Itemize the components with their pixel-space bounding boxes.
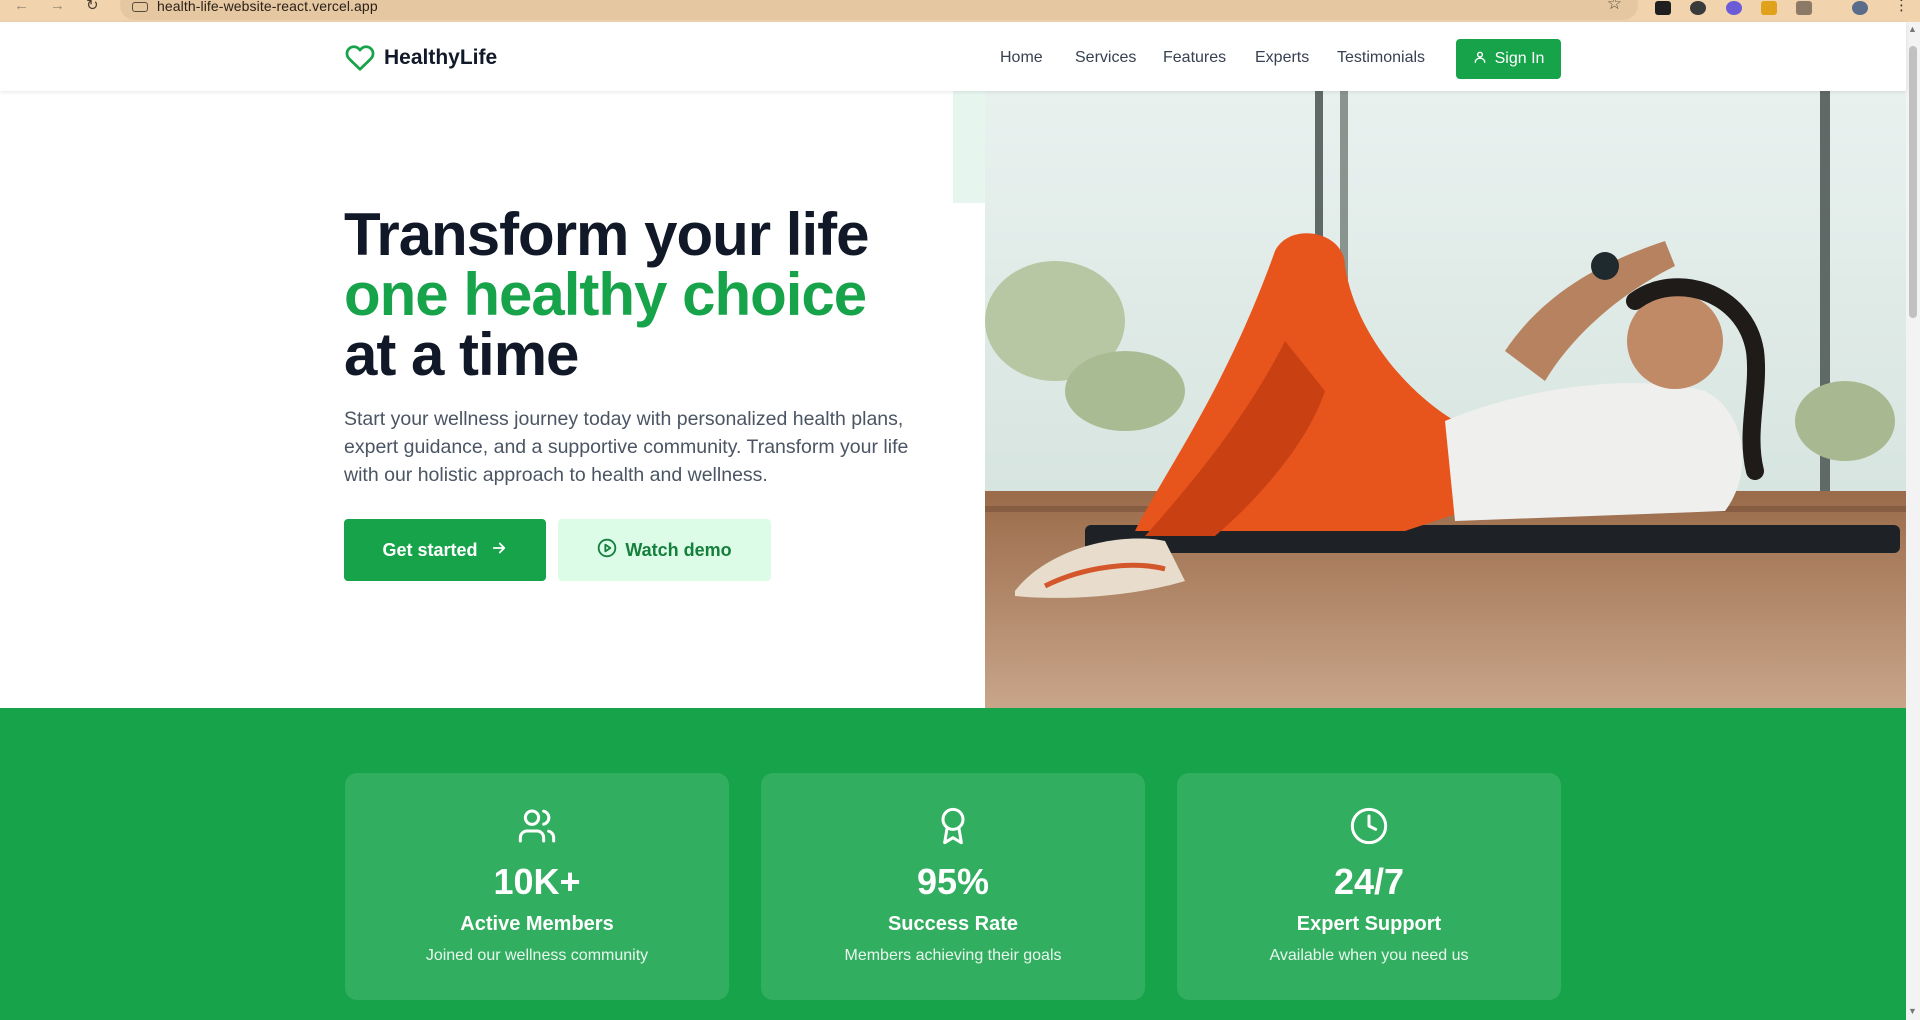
hero-title-line1: Transform your life [344,201,869,268]
get-started-label: Get started [382,539,478,560]
stat-description: Joined our wellness community [425,947,649,964]
play-circle-icon [597,538,617,563]
stat-card-support: 24/7 Expert Support Available when you n… [1177,773,1561,1000]
address-bar[interactable]: health-life-website-react.vercel.app ☆ [120,0,1638,20]
extension-icon[interactable] [1690,1,1706,15]
extension-icon[interactable] [1726,1,1742,15]
hero-title-line3: at a time [344,321,579,388]
scroll-up-icon[interactable]: ▲ [1908,24,1917,34]
back-arrow-icon[interactable]: ← [14,0,29,13]
stat-description: Members achieving their goals [844,947,1062,964]
extensions-puzzle-icon[interactable] [1796,1,1812,15]
bookmark-star-icon[interactable]: ☆ [1607,0,1622,14]
site-info-icon[interactable] [132,2,148,12]
nav-features[interactable]: Features [1163,49,1226,67]
sign-in-label: Sign In [1494,50,1545,67]
hero-title: Transform your life one healthy choice a… [344,201,869,388]
stat-value: 10K+ [493,861,581,902]
arrow-right-icon [490,539,508,562]
stat-card-success: 95% Success Rate Members achieving their… [761,773,1145,1000]
hero-accent-block [953,91,985,203]
hero-fitness-image [985,91,1906,708]
brand-logo[interactable]: HealthyLife [344,43,497,73]
watch-demo-label: Watch demo [625,539,732,560]
profile-avatar[interactable] [1852,1,1868,15]
browser-toolbar: ← → ↻ health-life-website-react.vercel.a… [0,0,1920,22]
extension-icon[interactable] [1655,1,1671,15]
stat-value: 24/7 [1333,861,1405,902]
heart-icon [344,43,376,73]
award-icon [761,806,1145,846]
menu-kebab-icon[interactable]: ⋮ [1894,0,1909,13]
users-icon [345,806,729,846]
stats-section: 10K+ Active Members Joined our wellness … [0,708,1906,1020]
get-started-button[interactable]: Get started [344,519,546,581]
nav-testimonials[interactable]: Testimonials [1337,49,1425,67]
reload-icon[interactable]: ↻ [86,0,99,13]
scroll-down-icon[interactable]: ▼ [1908,1006,1917,1016]
stat-description: Available when you need us [1269,947,1469,964]
clock-icon [1177,806,1561,846]
forward-arrow-icon[interactable]: → [50,0,65,13]
stat-label: Active Members [460,913,614,935]
hero-title-line2: one healthy choice [344,261,867,328]
site-header: HealthyLife Home Services Features Exper… [0,22,1906,91]
nav-services[interactable]: Services [1075,49,1136,67]
sign-in-button[interactable]: Sign In [1456,39,1561,79]
extension-icon[interactable] [1761,1,1777,15]
brand-name: HealthyLife [384,46,498,69]
nav-experts[interactable]: Experts [1255,49,1309,67]
nav-home[interactable]: Home [1000,49,1043,67]
stat-label: Success Rate [887,913,1019,935]
watch-demo-button[interactable]: Watch demo [558,519,771,581]
stat-card-members: 10K+ Active Members Joined our wellness … [345,773,729,1000]
stat-label: Expert Support [1296,913,1442,935]
stat-value: 95% [916,861,990,902]
user-icon [1473,50,1487,69]
url-text: health-life-website-react.vercel.app [157,0,378,14]
scrollbar-thumb[interactable] [1909,46,1917,318]
page-scrollbar[interactable]: ▲ ▼ [1906,22,1920,1020]
hero-subtitle: Start your wellness journey today with p… [344,408,909,486]
